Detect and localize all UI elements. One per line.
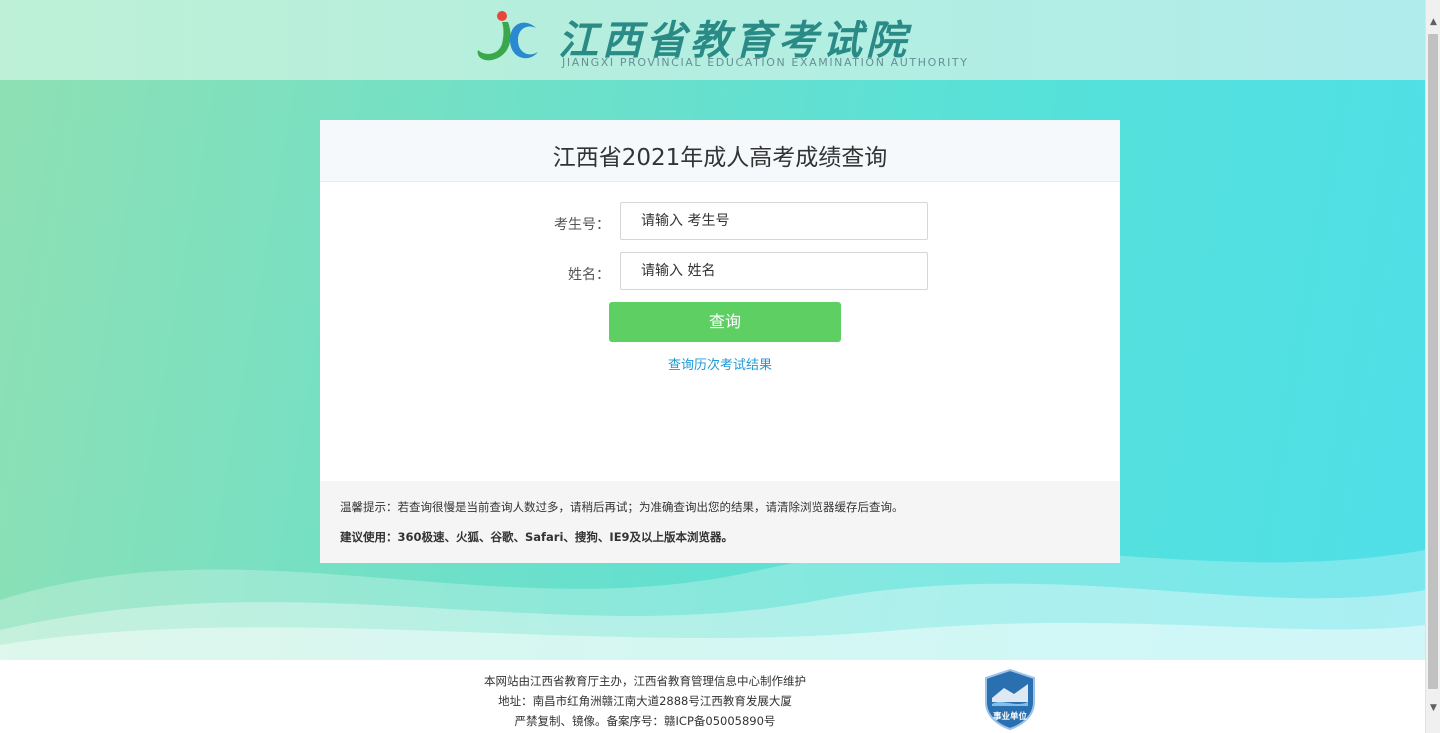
- vertical-scrollbar[interactable]: ▲ ▼: [1425, 0, 1440, 733]
- jc-logo-icon: [477, 11, 538, 61]
- site-header: 江西省教育考试院 JIANGXI PROVINCIAL EDUCATION EX…: [0, 0, 1425, 80]
- query-button[interactable]: 查询: [609, 302, 841, 342]
- name-input[interactable]: [620, 252, 928, 290]
- card-header: 江西省2021年成人高考成绩查询: [320, 120, 1120, 182]
- scroll-up-arrow-icon[interactable]: ▲: [1426, 14, 1440, 31]
- browser-recommendation-text: 建议使用：360极速、火狐、谷歌、Safari、搜狗、IE9及以上版本浏览器。: [340, 530, 734, 544]
- scroll-down-arrow-icon[interactable]: ▼: [1426, 700, 1440, 717]
- footer-address-text: 地址：南昌市红角洲赣江南大道2888号江西教育发展大厦: [498, 694, 792, 708]
- notice-text: 温馨提示：若查询很慢是当前查询人数过多，请稍后再试；为准确查询出您的结果，请清除…: [340, 500, 904, 514]
- tips-panel: 温馨提示：若查询很慢是当前查询人数过多，请稍后再试；为准确查询出您的结果，请清除…: [320, 481, 1120, 563]
- exam-id-input[interactable]: [620, 202, 928, 240]
- query-card: 江西省2021年成人高考成绩查询 考生号： 姓名： 查询 查询历次考试结果 温馨…: [320, 120, 1120, 563]
- site-footer: 本网站由江西省教育厅主办，江西省教育管理信息中心制作维护 地址：南昌市红角洲赣江…: [0, 660, 1425, 733]
- public-institution-badge[interactable]: 事业单位: [984, 668, 1036, 731]
- badge-label: 事业单位: [992, 712, 1027, 722]
- scrollbar-thumb[interactable]: [1428, 34, 1438, 689]
- exam-id-label: 考生号：: [554, 217, 610, 233]
- footer-icp-text[interactable]: 严禁复制、镜像。备案序号：赣ICP备05005890号: [440, 713, 850, 729]
- page-title: 江西省2021年成人高考成绩查询: [552, 145, 888, 171]
- page: 江西省教育考试院 JIANGXI PROVINCIAL EDUCATION EX…: [0, 0, 1425, 733]
- logo-subtitle: JIANGXI PROVINCIAL EDUCATION EXAMINATION…: [562, 56, 969, 69]
- footer-sponsor-text: 本网站由江西省教育厅主办，江西省教育管理信息中心制作维护: [484, 674, 806, 688]
- history-results-link[interactable]: 查询历次考试结果: [320, 354, 1120, 373]
- name-label: 姓名：: [568, 267, 610, 283]
